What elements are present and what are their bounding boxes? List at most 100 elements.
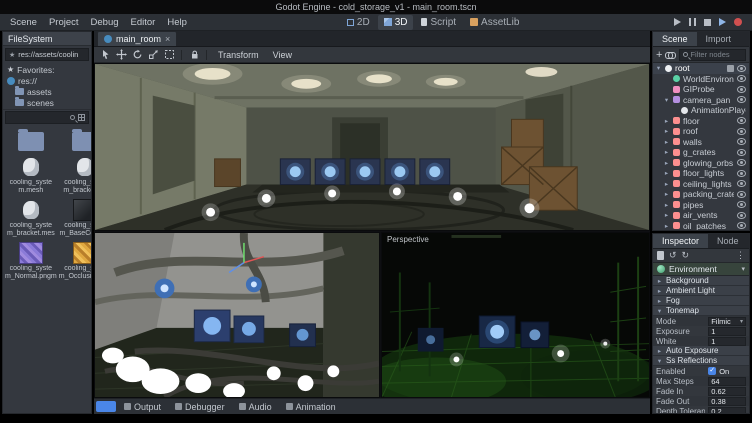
new-resource-icon[interactable] (657, 251, 664, 260)
region-select-icon[interactable] (163, 49, 175, 61)
viewport-main[interactable] (94, 63, 650, 231)
bottom-panel-badge[interactable] (96, 401, 116, 412)
visibility-icon[interactable] (737, 180, 746, 187)
white-field[interactable]: 1 (708, 337, 746, 346)
output-button[interactable]: Output (118, 400, 167, 414)
mode-2d-button[interactable]: 2D (341, 15, 376, 30)
visibility-icon[interactable] (737, 128, 746, 135)
scene-node-oil-patches[interactable]: ▸ oil_patches (653, 221, 749, 231)
file-tile-mesh[interactable]: cooling_system_bracket.mes (5, 199, 57, 238)
file-tile-folder[interactable] (5, 129, 57, 152)
file-tile-folder[interactable] (59, 129, 91, 152)
visibility-icon[interactable] (737, 117, 746, 124)
mode-script-button[interactable]: Script (415, 15, 462, 30)
mode-assetlib-button[interactable]: AssetLib (464, 15, 525, 30)
expander-icon[interactable]: ▸ (663, 117, 670, 125)
scene-tab-main-room[interactable]: main_room × (97, 31, 177, 46)
visibility-icon[interactable] (737, 96, 746, 103)
scene-node-camera-pan[interactable]: ▾ camera_pan (653, 95, 749, 106)
instance-scene-icon[interactable] (665, 52, 676, 58)
section-background[interactable]: ▸ Background (653, 276, 749, 286)
fade-out-field[interactable]: 0.38 (708, 397, 746, 406)
enabled-checkbox[interactable]: ✓ On (708, 367, 746, 376)
menu-editor[interactable]: Editor (125, 17, 162, 28)
visibility-icon[interactable] (737, 212, 746, 219)
expander-icon[interactable]: ▸ (663, 222, 670, 230)
mode-dropdown[interactable]: Filmic ▾ (708, 317, 746, 326)
fade-in-field[interactable]: 0.62 (708, 387, 746, 396)
play-scene-icon[interactable] (719, 18, 726, 26)
visibility-icon[interactable] (737, 222, 746, 229)
visibility-icon[interactable] (737, 149, 746, 156)
scene-node-floor-lights[interactable]: ▸ floor_lights (653, 168, 749, 179)
tab-inspector[interactable]: Inspector (653, 234, 708, 248)
scene-node-ceiling-lights[interactable]: ▸ ceiling_lights (653, 179, 749, 190)
max-steps-field[interactable]: 64 (708, 377, 746, 386)
history-back-icon[interactable]: ↺ (669, 250, 677, 261)
select-tool-icon[interactable] (99, 49, 111, 61)
visibility-icon[interactable] (737, 201, 746, 208)
scene-node-air-vents[interactable]: ▸ air_vents (653, 210, 749, 221)
transform-menu[interactable]: Transform (213, 50, 264, 60)
file-tile-texture[interactable]: cooling_system_BaseColor.pn (59, 199, 91, 238)
rotate-tool-icon[interactable] (131, 49, 143, 61)
animation-button[interactable]: Animation (280, 400, 342, 414)
filter-nodes-input[interactable] (690, 50, 742, 59)
move-tool-icon[interactable] (115, 49, 127, 61)
filesystem-path-bar[interactable]: ★ res://assets/coolin (5, 48, 89, 61)
scale-tool-icon[interactable] (147, 49, 159, 61)
visibility-icon[interactable] (737, 86, 746, 93)
expander-icon[interactable]: ▸ (663, 211, 670, 219)
exposure-field[interactable]: 1 (708, 327, 746, 336)
record-icon[interactable] (734, 18, 742, 26)
viewport-bottom-left[interactable] (94, 232, 380, 398)
fs-tree-item-scenes[interactable]: scenes (3, 97, 91, 108)
fs-tree-item-favorites[interactable]: ★ Favorites: (3, 64, 91, 75)
add-node-button[interactable]: + (656, 50, 662, 60)
expander-icon[interactable]: ▸ (663, 159, 670, 167)
audio-button[interactable]: Audio (233, 400, 278, 414)
scene-node-root[interactable]: ▾ root (653, 63, 749, 74)
grid-view-toggle-icon[interactable] (78, 114, 85, 121)
viewport-bottom-right[interactable]: Perspective (381, 232, 650, 398)
depth-tolerance-field[interactable]: 0.2 (708, 407, 746, 414)
file-tile-texture[interactable]: cooling_system_OcclusionRou (59, 242, 91, 281)
visibility-icon[interactable] (737, 65, 746, 72)
menu-debug[interactable]: Debug (85, 17, 125, 28)
section-fog[interactable]: ▸ Fog (653, 296, 749, 306)
scene-node-roof[interactable]: ▸ roof (653, 126, 749, 137)
section-ambient-light[interactable]: ▸ Ambient Light (653, 286, 749, 296)
favorite-star-icon[interactable]: ★ (9, 51, 15, 59)
expander-icon[interactable]: ▾ (655, 64, 662, 72)
inspector-menu-icon[interactable]: ⋮ (736, 250, 745, 261)
chevron-down-icon[interactable]: ▾ (741, 265, 745, 273)
tab-scene[interactable]: Scene (653, 32, 697, 46)
scene-node-packing-crates[interactable]: ▸ packing_crates_and (653, 189, 749, 200)
debugger-button[interactable]: Debugger (169, 400, 231, 414)
scene-node-g-crates[interactable]: ▸ g_crates (653, 147, 749, 158)
expander-icon[interactable]: ▸ (663, 190, 670, 198)
tab-import[interactable]: Import (697, 32, 741, 46)
expander-icon[interactable]: ▸ (663, 180, 670, 188)
expander-icon[interactable]: ▸ (663, 169, 670, 177)
visibility-icon[interactable] (737, 75, 746, 82)
filesystem-search-input[interactable] (9, 113, 67, 122)
visibility-icon[interactable] (737, 170, 746, 177)
scene-node-giprobe[interactable]: GIProbe (653, 84, 749, 95)
resource-header[interactable]: Environment ▾ (653, 263, 749, 276)
expander-icon[interactable]: ▸ (663, 127, 670, 135)
visibility-icon[interactable] (737, 138, 746, 145)
view-menu[interactable]: View (268, 50, 297, 60)
file-tile-texture[interactable]: cooling_system_Normal.pngm (5, 242, 57, 281)
menu-scene[interactable]: Scene (4, 17, 43, 28)
expander-icon[interactable]: ▸ (663, 138, 670, 146)
stop-icon[interactable] (704, 19, 711, 26)
expander-icon[interactable]: ▾ (663, 96, 670, 104)
fs-tree-item-assets[interactable]: assets (3, 86, 91, 97)
menu-project[interactable]: Project (43, 17, 85, 28)
scene-node-walls[interactable]: ▸ walls (653, 137, 749, 148)
scene-node-glowing-orbs[interactable]: ▸ glowing_orbs (653, 158, 749, 169)
file-tile-mesh[interactable]: cooling_system.mesh (5, 156, 57, 195)
mode-3d-button[interactable]: 3D (378, 15, 414, 30)
tab-node[interactable]: Node (708, 234, 748, 248)
